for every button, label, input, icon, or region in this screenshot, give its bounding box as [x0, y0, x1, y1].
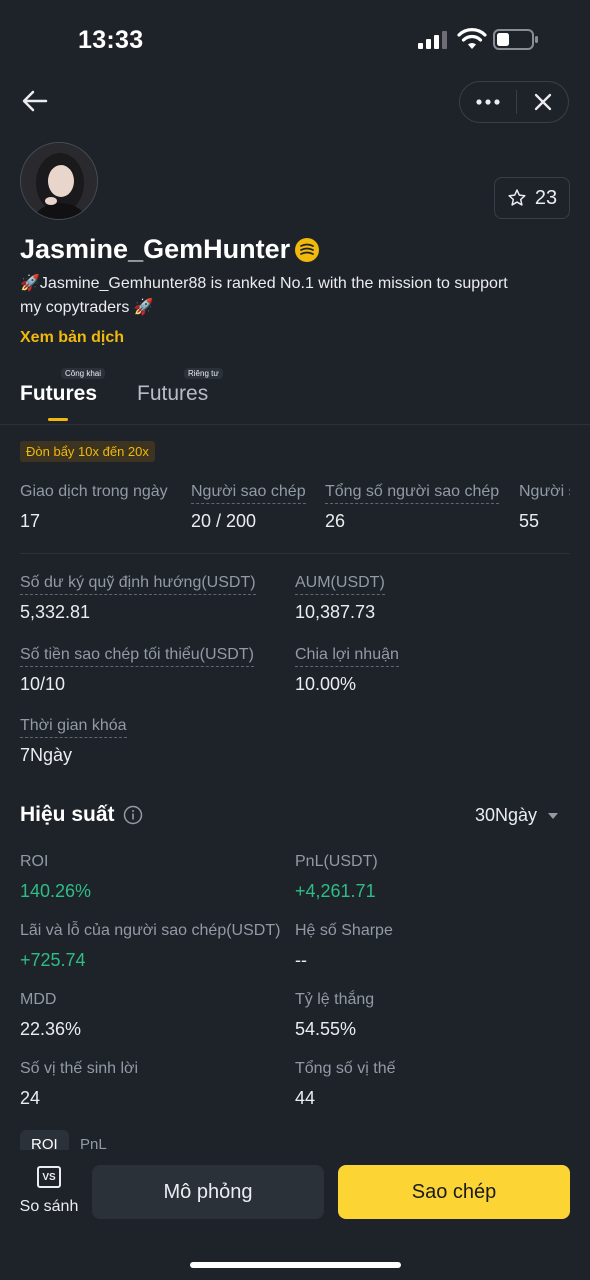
win-rate-label: Tỷ lệ thắng — [295, 991, 375, 1008]
favorite-button[interactable]: 23 — [494, 177, 570, 219]
profile-bio: 🚀Jasmine_Gemhunter88 is ranked No.1 with… — [20, 275, 508, 316]
battery-icon — [493, 29, 538, 50]
total-copiers-label[interactable]: Tổng số người sao chép — [325, 483, 500, 504]
copier-pnl-value: +725.74 — [20, 950, 86, 970]
translate-link[interactable]: Xem bản dịch — [20, 329, 124, 347]
copier-pnl-label: Lãi và lỗ của người sao chép(USDT) — [20, 922, 281, 939]
close-icon — [534, 93, 552, 111]
sharpe-value: -- — [295, 950, 307, 970]
cellular-signal-icon — [418, 31, 447, 49]
profit-share-label[interactable]: Chia lợi nhuận — [295, 646, 399, 667]
pnl-label: PnL(USDT) — [295, 853, 378, 870]
total-positions-value: 44 — [295, 1088, 316, 1108]
performance-title-row: Hiệu suất — [20, 803, 143, 827]
tab-futures-private[interactable]: Futures — [137, 382, 208, 406]
lock-period-value: 7Ngày — [20, 745, 73, 765]
back-arrow-icon[interactable] — [20, 86, 50, 116]
avatar — [20, 142, 98, 220]
wifi-icon — [457, 28, 487, 49]
caret-down-icon — [548, 812, 559, 819]
period-value: 30Ngày — [475, 805, 538, 825]
profitable-positions-value: 24 — [20, 1088, 41, 1108]
more-options-button[interactable] — [460, 82, 516, 122]
status-time: 13:33 — [78, 26, 144, 54]
aum-value: 10,387.73 — [295, 602, 376, 622]
profitable-positions-label: Số vị thế sinh lời — [20, 1060, 139, 1077]
tab-divider — [0, 424, 590, 425]
truncated-stat-value: 55 — [519, 511, 540, 531]
username-row: Jasmine_GemHunter — [20, 234, 320, 265]
copiers-label[interactable]: Người sao chép — [191, 483, 306, 504]
tab-futures-public[interactable]: Futures — [20, 382, 97, 406]
daily-trades-value: 17 — [20, 511, 41, 531]
info-icon[interactable] — [123, 805, 143, 825]
period-select[interactable]: 30Ngày — [475, 805, 559, 826]
total-copiers-value: 26 — [325, 511, 346, 531]
mdd-label: MDD — [20, 991, 57, 1008]
stat-overflow-clip: Người s 55 — [519, 483, 570, 539]
avatar-portrait-icon — [21, 143, 97, 219]
username: Jasmine_GemHunter — [20, 234, 291, 264]
aum-label[interactable]: AUM(USDT) — [295, 574, 385, 595]
truncated-stat-label: Người s — [519, 483, 570, 500]
more-dots-icon — [476, 99, 500, 105]
roi-value: 140.26% — [20, 881, 92, 901]
performance-title: Hiệu suất — [20, 803, 115, 826]
compare-label: So sánh — [19, 1198, 79, 1215]
mdd-value: 22.36% — [20, 1019, 82, 1039]
leverage-tag: Đòn bẩy 10x đến 20x — [20, 441, 155, 462]
close-button[interactable] — [517, 82, 569, 122]
deposit-value: 5,332.81 — [20, 602, 91, 622]
active-tab-indicator — [48, 418, 68, 421]
tab-public-tag: Công khai — [61, 368, 106, 379]
star-icon — [508, 189, 526, 206]
total-positions-label: Tổng số vị thế — [295, 1060, 396, 1077]
home-indicator — [190, 1262, 401, 1268]
sharpe-label: Hệ số Sharpe — [295, 922, 393, 939]
section-divider — [20, 553, 570, 554]
pnl-value: +4,261.71 — [295, 881, 376, 901]
verified-badge-icon — [295, 237, 320, 262]
min-copy-value: 10/10 — [20, 674, 66, 694]
win-rate-value: 54.55% — [295, 1019, 357, 1039]
top-actions-group — [459, 81, 569, 123]
copy-trade-button[interactable]: Sao chép — [338, 1165, 570, 1219]
deposit-label[interactable]: Số dư ký quỹ định hướng(USDT) — [20, 574, 256, 595]
profit-share-value: 10.00% — [295, 674, 357, 694]
favorite-count: 23 — [534, 186, 558, 209]
copiers-value: 20 / 200 — [191, 511, 257, 531]
compare-button[interactable]: VS So sánh — [18, 1166, 80, 1218]
compare-vs-icon: VS — [37, 1166, 61, 1188]
daily-trades-label: Giao dịch trong ngày — [20, 483, 168, 500]
min-copy-label[interactable]: Số tiền sao chép tối thiểu(USDT) — [20, 646, 254, 667]
lock-period-label[interactable]: Thời gian khóa — [20, 717, 127, 738]
tab-private-tag: Riêng tư — [184, 368, 223, 379]
simulate-button[interactable]: Mô phỏng — [92, 1165, 324, 1219]
roi-label: ROI — [20, 853, 49, 870]
